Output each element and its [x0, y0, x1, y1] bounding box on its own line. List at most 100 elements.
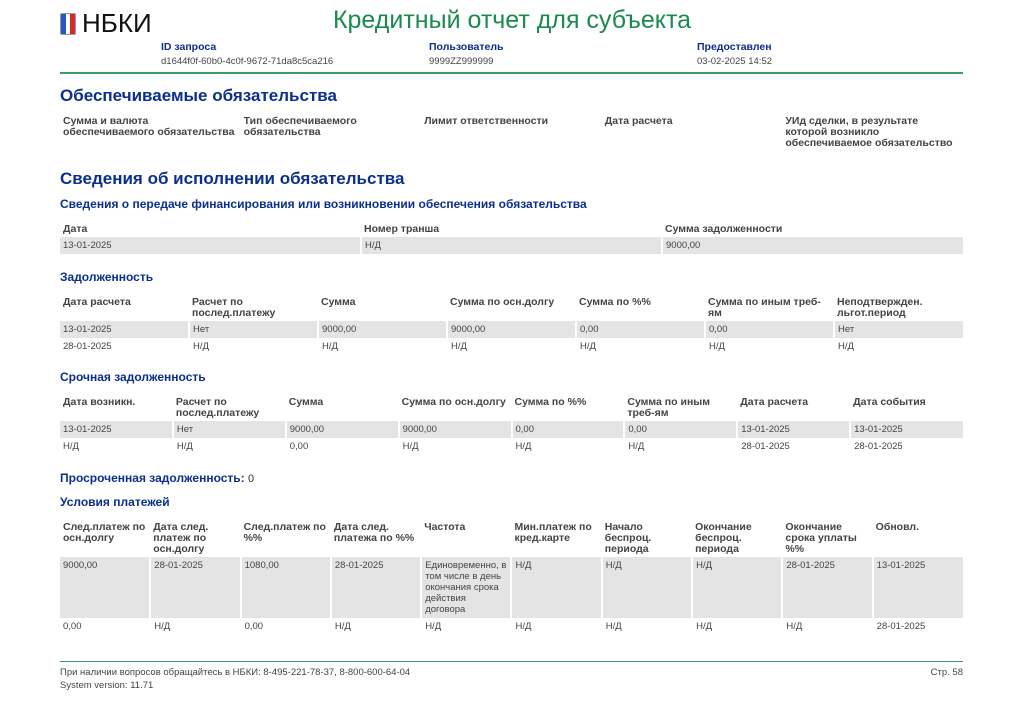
table-cell: Н/Д: [600, 557, 693, 618]
table-cell: 0,00: [704, 321, 834, 338]
report-title: Кредитный отчет для субъекта: [332, 6, 692, 34]
column-header: Сумма по %%: [514, 396, 587, 408]
table-cell: 9000,00: [317, 321, 447, 338]
table-header-row: Дата возникн. Расчет по послед.платежу Сум…: [60, 395, 963, 421]
table-header-row: Сумма и валюта обеспечиваемого обязатель…: [60, 114, 963, 151]
payments-table: След.платеж по осн.долгу Дата след. плате…: [60, 520, 963, 635]
table-cell: 9000,00: [661, 237, 963, 254]
column-header: Мин.платеж по кред.карте: [514, 521, 592, 544]
table-row: 0,00 Н/Д 0,00 Н/Д Н/Д Н/Д Н/Д Н/Д Н/Д 28-01-2025: [60, 618, 963, 635]
column-header: Сумма по иным треб-ям: [627, 396, 711, 419]
provided-value: 03-02-2025 14:52: [697, 56, 773, 67]
column-header: Частота: [424, 521, 466, 533]
user-value: 9999ZZ999999: [429, 56, 494, 67]
overdue-title: Просроченная задолженность:: [60, 471, 245, 485]
footer-version: System version: 11.71: [60, 680, 154, 691]
table-cell: 28-01-2025: [736, 438, 851, 455]
table-row: 13-01-2025 Нет 9000,00 9000,00 0,00 0,00 13-01…: [60, 421, 963, 438]
table-cell: Н/Д: [171, 438, 286, 455]
column-header: Сумма по иным треб-ям: [708, 296, 821, 319]
column-header: Тип обеспечиваемого обязательства: [243, 115, 357, 138]
table-cell: 28-01-2025: [63, 341, 112, 352]
column-header: Расчет по послед.платежу: [192, 296, 276, 319]
page-number: Стр. 58: [930, 667, 963, 678]
table-cell: Нет: [188, 321, 318, 338]
table-cell: Н/Д: [510, 618, 602, 635]
financing-table: Дата Номер транша Сумма задолженности 13-01…: [60, 222, 963, 254]
table-cell: Н/Д: [691, 618, 783, 635]
table-cell: 0,00: [63, 621, 82, 632]
column-header: Дата события: [853, 396, 926, 408]
table-cell: 13-01-2025: [849, 421, 963, 438]
table-cell: Единовременно, в том числе в день оконча…: [420, 557, 512, 618]
execution-title: Сведения об исполнении обязательства: [60, 169, 405, 188]
table-cell: 28-01-2025: [871, 618, 963, 635]
table-cell: Н/Д: [446, 338, 576, 355]
table-cell: 13-01-2025: [60, 321, 189, 338]
request-id-label: ID запроса: [161, 41, 217, 53]
footer-divider: [60, 661, 963, 662]
table-cell: Нет: [833, 321, 963, 338]
table-row: 9000,00 28-01-2025 1080,00 28-01-2025 Единов…: [60, 557, 963, 618]
table-cell: 28-01-2025: [781, 557, 873, 618]
table-cell: Н/Д: [510, 557, 602, 618]
table-cell: 28-01-2025: [329, 557, 422, 618]
table-cell: Н/Д: [575, 338, 705, 355]
urgent-title: Срочная задолженность: [60, 370, 206, 384]
debt-title: Задолженность: [60, 270, 154, 284]
table-cell: 0,00: [239, 618, 331, 635]
table-cell: 0,00: [510, 421, 625, 438]
secured-title: Обеспечиваемые обязательства: [60, 86, 337, 105]
table-cell: Н/Д: [781, 618, 873, 635]
urgent-table: Дата возникн. Расчет по послед.платежу Сум…: [60, 395, 963, 455]
column-header: Дата возникн.: [63, 396, 136, 408]
request-id-value: d1644f0f-60b0-4c0f-9672-71da8c5ca216: [161, 56, 334, 67]
debt-table: Дата расчета Расчет по послед.платежу Сумм…: [60, 295, 963, 355]
column-header: Начало беспроц. периода: [604, 521, 652, 555]
table-cell: 0,00: [623, 421, 738, 438]
table-cell: Н/Д: [510, 438, 625, 455]
column-header: Дата расчета: [63, 296, 131, 308]
table-header-row: Дата расчета Расчет по послед.платежу Сумм…: [60, 295, 963, 321]
table-cell: 28-01-2025: [149, 557, 241, 618]
column-header: След.платеж по осн.долгу: [63, 521, 146, 544]
column-header: Дата расчета: [740, 396, 809, 408]
table-cell: Н/Д: [833, 338, 963, 355]
payments-title: Условия платежей: [60, 495, 170, 509]
table-cell: 28-01-2025: [849, 438, 963, 455]
column-header: Сумма: [288, 396, 324, 408]
table-row: 13-01-2025 Н/Д 9000,00: [60, 237, 963, 254]
column-header: Сумма по %%: [579, 296, 651, 308]
column-header: Окончание беспроц. периода: [695, 521, 752, 555]
secured-table: Сумма и валюта обеспечиваемого обязатель…: [60, 114, 963, 151]
table-cell: Н/Д: [188, 338, 318, 355]
column-header: Дата след. платеж по осн.долгу: [153, 521, 209, 555]
header-divider: [60, 72, 963, 74]
overdue-value: 0: [248, 473, 255, 485]
column-header: Сумма по осн.долгу: [450, 296, 555, 308]
column-header: Окончание срока уплаты %%: [785, 521, 857, 555]
table-row: Н/Д Н/Д 0,00 Н/Д Н/Д Н/Д 28-01-2025 28-01-2025: [60, 438, 963, 455]
financing-title: Сведения о передаче финансирования или в…: [60, 197, 587, 211]
table-cell: Н/Д: [623, 438, 738, 455]
column-header: Неподтвержден. льгот.период: [837, 296, 923, 319]
table-cell: 13-01-2025: [736, 421, 851, 438]
table-cell: Н/Д: [397, 438, 512, 455]
table-header-row: След.платеж по осн.долгу Дата след. плате…: [60, 520, 963, 557]
column-header: Дата расчета: [604, 115, 673, 127]
column-header: Расчет по послед.платежу: [175, 396, 260, 419]
column-header: Дата: [63, 223, 88, 235]
column-header: Обновл.: [875, 521, 919, 533]
table-cell: 9000,00: [284, 421, 399, 438]
footer-contact: При наличии вопросов обращайтесь в НБКИ:…: [60, 667, 411, 678]
report-page: НБКИ Кредитный отчет для субъекта ID зап…: [0, 0, 1024, 724]
table-row: 13-01-2025 Нет 9000,00 9000,00 0,00 0,00 Нет: [60, 321, 963, 338]
column-header: Лимит ответственности: [424, 115, 549, 127]
column-header: След.платеж по %%: [243, 521, 326, 544]
user-label: Пользователь: [429, 41, 504, 53]
column-header: Номер транша: [364, 223, 440, 235]
table-cell: Н/Д: [704, 338, 834, 355]
table-cell: Нет: [171, 421, 286, 438]
table-cell: Н/Д: [420, 618, 512, 635]
table-cell: Н/Д: [317, 338, 447, 355]
